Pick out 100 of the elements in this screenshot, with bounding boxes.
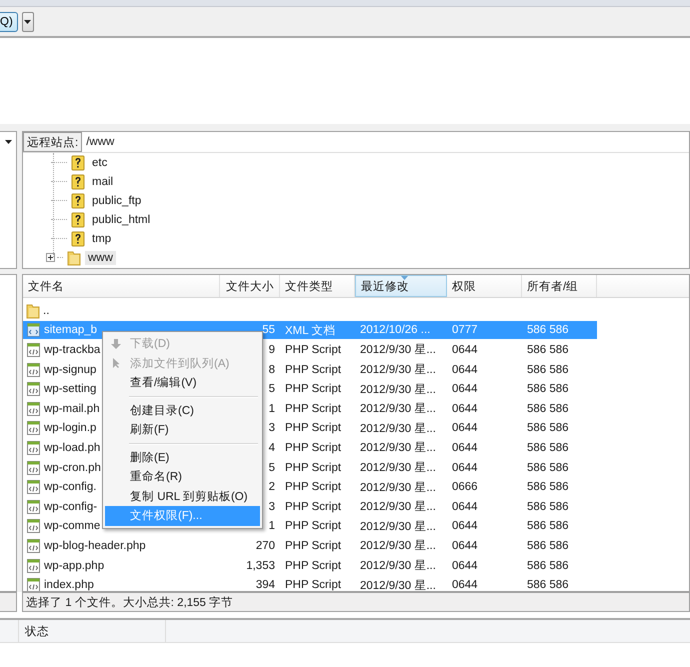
file-size: 2	[268, 481, 275, 494]
modified-date: 2012/9/30 星...	[360, 500, 436, 514]
owner-group: 586 586	[527, 402, 569, 415]
permissions: 0644	[452, 383, 478, 396]
php-file-icon	[26, 498, 41, 515]
menu-item[interactable]: 删除(E)	[105, 448, 260, 467]
modified-date: 2012/9/30 星...	[360, 382, 436, 397]
column-header[interactable]: 所有者/组	[522, 275, 597, 297]
owner-group: 586 586	[527, 383, 569, 396]
menu-item[interactable]: 刷新(F)	[105, 420, 260, 440]
modified-date: 2012/10/26 ...	[360, 324, 430, 336]
modified-date: 2012/9/30 星...	[360, 558, 436, 574]
permissions: 0644	[452, 364, 478, 376]
permissions: 0644	[452, 579, 478, 591]
queue-column-header[interactable]: 状态	[18, 620, 166, 642]
file-size: 4	[268, 442, 275, 454]
file-size: 3	[268, 422, 275, 434]
tree-item[interactable]: etc	[89, 156, 110, 170]
dropdown-button[interactable]	[22, 12, 34, 32]
file-name[interactable]: wp-trackba	[44, 344, 100, 356]
permissions: 0644	[452, 520, 478, 532]
modified-date: 2012/9/30 星...	[360, 402, 436, 416]
file-name[interactable]: wp-mail.ph	[44, 402, 100, 415]
file-name[interactable]: wp-cron.ph	[44, 462, 101, 474]
file-type: XML 文档	[285, 324, 336, 338]
dropdown-arrow-icon[interactable]	[4, 140, 12, 144]
unknown-folder-icon	[71, 230, 85, 246]
file-size: 1	[268, 520, 275, 532]
permissions: 0644	[452, 344, 478, 356]
modified-date: 2012/9/30 星...	[360, 538, 436, 554]
file-type: PHP Script	[285, 500, 342, 513]
column-header[interactable]: 权限	[447, 275, 522, 297]
file-type: PHP Script	[285, 540, 342, 552]
file-type: PHP Script	[285, 364, 342, 376]
owner-group: 586 586	[527, 579, 569, 591]
file-size: 5	[268, 462, 275, 474]
tree-item[interactable]: mail	[89, 174, 116, 188]
file-size: 3	[268, 500, 275, 513]
unknown-folder-icon	[71, 154, 85, 170]
owner-group: 586 586	[527, 324, 569, 336]
php-file-icon	[26, 440, 41, 456]
file-type: PHP Script	[285, 462, 342, 474]
unknown-folder-icon	[71, 174, 85, 190]
owner-group: 586 586	[527, 364, 569, 376]
tree-item[interactable]: public_ftp	[89, 194, 144, 208]
tree-item[interactable]: tmp	[89, 232, 114, 246]
file-type: PHP Script	[285, 402, 342, 415]
permissions: 0644	[452, 462, 478, 474]
permissions: 0644	[452, 402, 478, 415]
file-name[interactable]: wp-login.p	[44, 422, 96, 434]
file-type: PHP Script	[285, 481, 342, 494]
permissions: 0644	[452, 540, 478, 552]
owner-group: 586 586	[527, 520, 569, 532]
permissions: 0644	[452, 560, 478, 572]
toolbar-button[interactable]: Q)	[0, 12, 18, 32]
file-size: 1	[268, 402, 275, 415]
modified-date: 2012/9/30 星...	[360, 578, 436, 591]
tree-item[interactable]: public_html	[89, 212, 154, 226]
file-name[interactable]: wp-blog-header.php	[44, 540, 146, 552]
owner-group: 586 586	[527, 481, 569, 494]
file-name[interactable]: wp-setting	[44, 383, 96, 396]
owner-group: 586 586	[527, 462, 569, 474]
modified-date: 2012/9/30 星...	[360, 422, 436, 436]
menu-item[interactable]: 重命名(R)	[105, 467, 260, 486]
file-type: PHP Script	[285, 520, 342, 532]
file-name[interactable]: wp-app.php	[44, 560, 104, 572]
menu-item[interactable]: 查看/编辑(V)	[105, 373, 260, 392]
tree-item[interactable]: www	[85, 250, 116, 264]
status-bar: 选择了 1 个文件。大小总共: 2,155 字节	[22, 592, 690, 612]
file-name[interactable]: index.php	[44, 579, 94, 591]
owner-group: 586 586	[527, 560, 569, 572]
php-file-icon	[26, 381, 41, 398]
php-file-icon	[26, 342, 41, 358]
file-name[interactable]: wp-config-	[44, 500, 98, 513]
down-arrow-icon	[110, 338, 122, 350]
file-name[interactable]: ..	[43, 304, 50, 317]
file-type: PHP Script	[285, 442, 342, 454]
xml-file-icon	[26, 322, 41, 338]
php-file-icon	[26, 538, 41, 554]
owner-group: 586 586	[527, 422, 569, 434]
column-header[interactable]: 文件大小	[220, 275, 280, 297]
expand-icon[interactable]	[46, 253, 55, 262]
menu-item[interactable]: 复制 URL 到剪贴板(O)	[105, 486, 260, 506]
column-header[interactable]: 文件名	[23, 275, 220, 297]
modified-date: 2012/9/30 星...	[360, 520, 436, 534]
modified-date: 2012/9/30 星...	[360, 342, 436, 358]
menu-item[interactable]: 创建目录(C)	[105, 400, 260, 420]
file-name[interactable]: wp-signup	[44, 364, 96, 376]
file-size: 5	[268, 383, 275, 396]
file-name[interactable]: wp-comme	[44, 520, 100, 532]
permissions: 0777	[452, 324, 478, 336]
file-name[interactable]: wp-load.ph	[44, 442, 100, 454]
unknown-folder-icon	[71, 192, 85, 208]
php-file-icon	[26, 362, 41, 378]
file-name[interactable]: wp-config.	[44, 481, 96, 494]
column-header[interactable]: 最近修改	[355, 275, 447, 297]
file-size: 394	[256, 579, 275, 591]
unknown-folder-icon	[71, 212, 85, 228]
permissions: 0644	[452, 442, 478, 454]
caret-icon	[24, 20, 32, 24]
